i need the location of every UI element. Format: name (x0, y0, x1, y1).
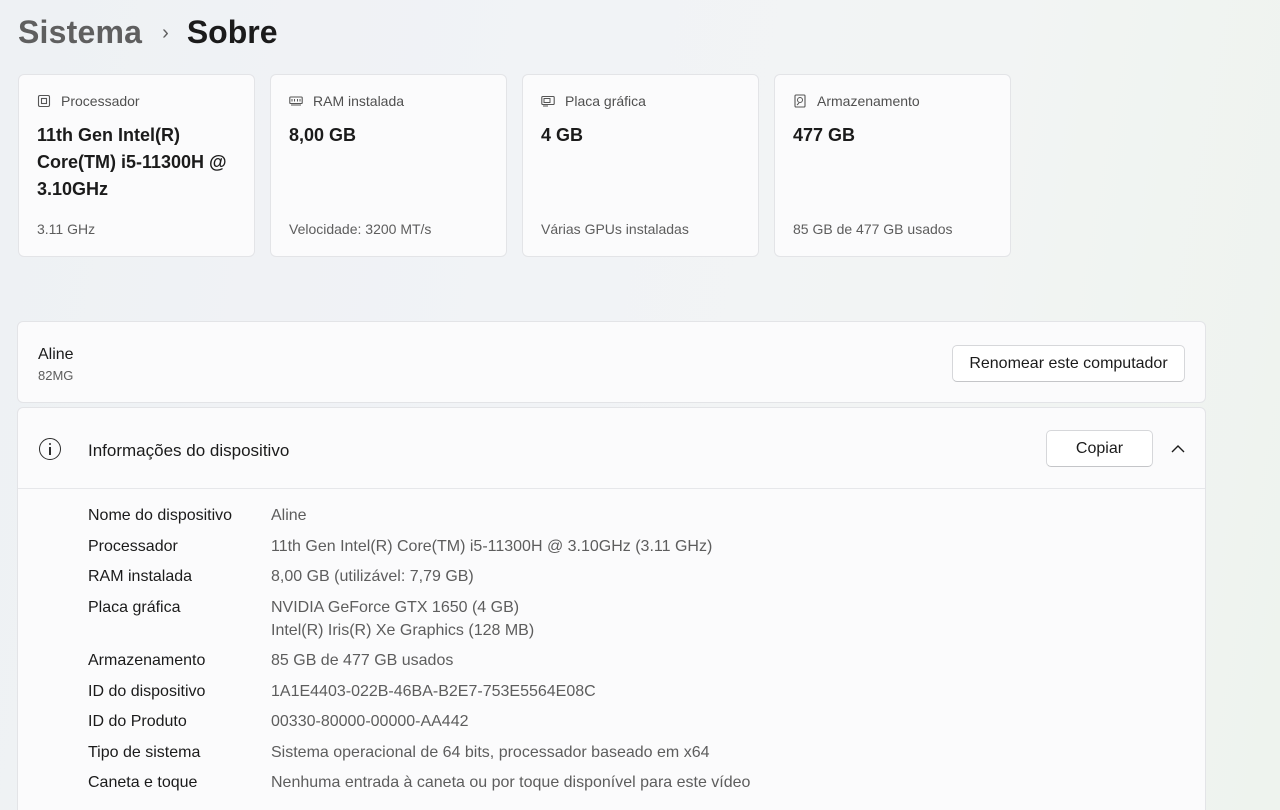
device-name-panel: Aline 82MG Renomear este computador (17, 321, 1206, 403)
device-info-panel: Informações do dispositivo Copiar Nome d… (17, 407, 1206, 810)
chevron-right-icon: › (162, 21, 169, 44)
spec-card-subtext: 3.11 GHz (37, 221, 96, 237)
info-row-device-name: Nome do dispositivo Aline (88, 504, 750, 527)
info-row-product-id: ID do Produto 00330-80000-00000-AA442 (88, 710, 750, 733)
info-value-line: Nenhuma entrada à caneta ou por toque di… (271, 774, 751, 791)
info-icon (39, 438, 61, 460)
spec-card-ram: RAM instalada 8,00 GB Velocidade: 3200 M… (270, 74, 507, 257)
spec-card-title: Placa gráfica (565, 93, 646, 109)
info-value[interactable]: Sistema operacional de 64 bits, processa… (271, 741, 709, 764)
spec-card-processor: Processador 11th Gen Intel(R) Core(TM) i… (18, 74, 255, 257)
info-value[interactable]: 8,00 GB (utilizável: 7,79 GB) (271, 565, 474, 588)
info-value[interactable]: 00330-80000-00000-AA442 (271, 710, 469, 733)
device-info-title: Informações do dispositivo (88, 441, 290, 460)
info-value-line: 8,00 GB (utilizável: 7,79 GB) (271, 568, 474, 585)
info-label: Armazenamento (88, 652, 206, 669)
info-label: Tipo de sistema (88, 743, 201, 761)
info-value-line: Intel(R) Iris(R) Xe Graphics (128 MB) (271, 621, 535, 639)
info-row-storage: Armazenamento 85 GB de 477 GB usados (88, 649, 750, 672)
info-row-device-id: ID do dispositivo 1A1E4403-022B-46BA-B2E… (88, 680, 750, 703)
info-row-gpu: Placa gráfica NVIDIA GeForce GTX 1650 (4… (88, 596, 750, 642)
ram-icon (289, 96, 303, 106)
spec-card-value: 11th Gen Intel(R) Core(TM) i5-11300H @ 3… (37, 125, 227, 199)
info-value[interactable]: Nenhuma entrada à caneta ou por toque di… (271, 771, 750, 794)
info-label: Nome do dispositivo (88, 507, 233, 524)
copy-button[interactable]: Copiar (1046, 430, 1153, 467)
spec-card-value: 8,00 GB (289, 125, 357, 145)
spec-card-gpu: Placa gráfica 4 GB Várias GPUs instalada… (522, 74, 759, 257)
info-label: Placa gráfica (88, 598, 181, 616)
device-model: 82MG (38, 368, 74, 383)
info-value[interactable]: 11th Gen Intel(R) Core(TM) i5-11300H @ 3… (271, 535, 712, 558)
page-title: Sobre (186, 13, 278, 50)
info-value-line: 85 GB de 477 GB usados (271, 652, 454, 669)
info-value-line: 1A1E4403-022B-46BA-B2E7-753E5564E08C (271, 682, 596, 700)
spec-card-subtext: Várias GPUs instaladas (541, 221, 689, 237)
spec-card-title: RAM instalada (313, 93, 405, 109)
chevron-up-icon[interactable] (1170, 441, 1186, 457)
info-label: Processador (88, 537, 178, 555)
device-info-header[interactable]: Informações do dispositivo Copiar (18, 408, 1205, 489)
info-value[interactable]: 1A1E4403-022B-46BA-B2E7-753E5564E08C (271, 680, 596, 703)
spec-card-subtext: Velocidade: 3200 MT/s (289, 221, 432, 237)
info-value-line: 11th Gen Intel(R) Core(TM) i5-11300H @ 3… (271, 537, 713, 555)
device-info-details: Nome do dispositivo Aline Processador 11… (88, 504, 750, 802)
info-value-line: 00330-80000-00000-AA442 (271, 713, 469, 730)
spec-card-storage: Armazenamento 477 GB 85 GB de 477 GB usa… (774, 74, 1011, 257)
gpu-icon (541, 95, 555, 107)
info-value-line: Aline (271, 507, 307, 524)
info-value-line: NVIDIA GeForce GTX 1650 (4 GB) (271, 598, 520, 616)
spec-card-subtext: 85 GB de 477 GB usados (793, 221, 953, 237)
rename-computer-button[interactable]: Renomear este computador (952, 345, 1185, 382)
info-label: ID do Produto (88, 713, 187, 730)
info-value[interactable]: NVIDIA GeForce GTX 1650 (4 GB) Intel(R) … (271, 596, 534, 642)
info-value[interactable]: Aline (271, 504, 307, 527)
spec-card-title: Armazenamento (817, 93, 920, 109)
processor-icon (37, 94, 51, 108)
device-name: Aline (38, 346, 74, 363)
info-row-processor: Processador 11th Gen Intel(R) Core(TM) i… (88, 535, 750, 558)
info-row-system-type: Tipo de sistema Sistema operacional de 6… (88, 741, 750, 764)
info-row-pen-touch: Caneta e toque Nenhuma entrada à caneta … (88, 771, 750, 794)
spec-card-title: Processador (61, 93, 140, 109)
storage-icon (794, 94, 806, 108)
breadcrumb-sistema[interactable]: Sistema (18, 14, 142, 51)
spec-card-value: 477 GB (793, 125, 856, 145)
info-label: ID do dispositivo (88, 682, 206, 700)
info-label: Caneta e toque (88, 774, 198, 791)
info-label: RAM instalada (88, 568, 193, 585)
spec-card-value: 4 GB (541, 125, 584, 145)
info-value[interactable]: 85 GB de 477 GB usados (271, 649, 453, 672)
info-row-ram: RAM instalada 8,00 GB (utilizável: 7,79 … (88, 565, 750, 588)
breadcrumb: Sistema › Sobre (18, 12, 278, 52)
info-value-line: Sistema operacional de 64 bits, processa… (271, 743, 710, 761)
